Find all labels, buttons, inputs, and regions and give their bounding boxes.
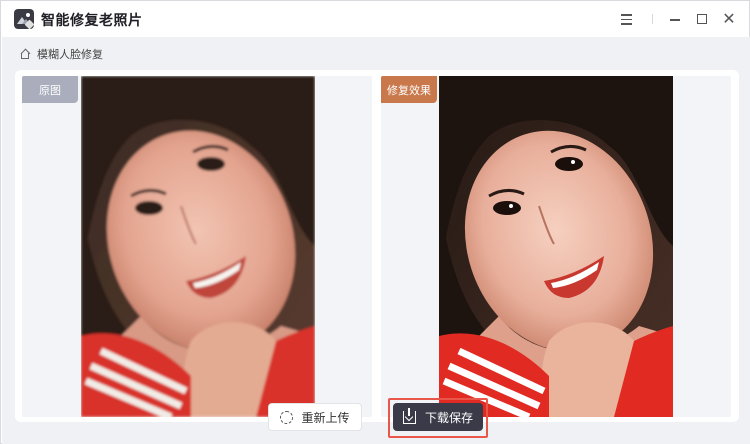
result-image-box: 修复效果 bbox=[381, 76, 731, 417]
reload-icon bbox=[280, 410, 294, 424]
download-label: 下载保存 bbox=[424, 410, 473, 425]
minimize-icon[interactable] bbox=[666, 10, 684, 28]
original-photo bbox=[81, 76, 315, 417]
app-window: 智能修复老照片 ✕ 模糊人脸修复 原图 修复效果 重新上传 下载保存 bbox=[0, 0, 750, 444]
reupload-label: 重新上传 bbox=[301, 410, 350, 425]
result-photo bbox=[439, 76, 673, 417]
breadcrumb[interactable]: 模糊人脸修复 bbox=[19, 46, 103, 62]
original-image-box: 原图 bbox=[22, 76, 372, 417]
app-title: 智能修复老照片 bbox=[41, 13, 143, 29]
title-bar: 智能修复老照片 ✕ bbox=[1, 1, 749, 37]
download-icon bbox=[402, 407, 416, 424]
main-content: 模糊人脸修复 原图 修复效果 重新上传 下载保存 bbox=[2, 37, 750, 444]
original-tag: 原图 bbox=[22, 76, 78, 103]
close-icon[interactable]: ✕ bbox=[720, 10, 738, 28]
app-photo-icon bbox=[14, 9, 34, 29]
comparison-panel: 原图 修复效果 bbox=[15, 70, 739, 422]
breadcrumb-label: 模糊人脸修复 bbox=[37, 48, 103, 61]
maximize-icon[interactable] bbox=[693, 10, 711, 28]
title-separator bbox=[652, 14, 653, 24]
hamburger-menu-icon[interactable] bbox=[618, 10, 636, 28]
reupload-button[interactable]: 重新上传 bbox=[268, 403, 362, 431]
result-tag: 修复效果 bbox=[381, 76, 437, 103]
download-button[interactable]: 下载保存 bbox=[393, 403, 483, 431]
home-icon[interactable] bbox=[19, 48, 31, 60]
